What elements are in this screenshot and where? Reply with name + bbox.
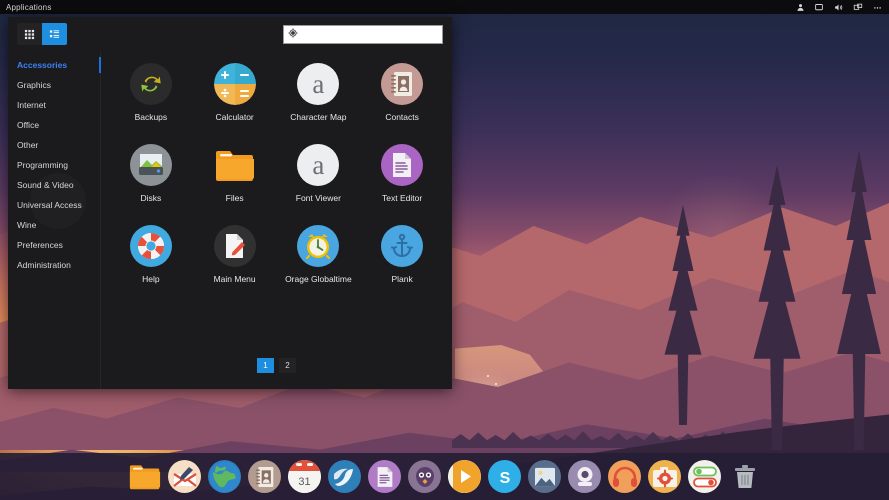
web-browser-dock-icon[interactable]	[208, 460, 241, 493]
water-speck	[487, 375, 489, 377]
sidebar-item-internet[interactable]: Internet	[8, 95, 100, 115]
page-button-2[interactable]: 2	[279, 358, 296, 373]
pagination: 1 2	[101, 358, 452, 373]
app-plank[interactable]: Plank	[360, 225, 444, 284]
water-speck	[495, 383, 497, 385]
app-orage-globaltime[interactable]: Orage Globaltime	[277, 225, 361, 284]
category-sidebar: Accessories Graphics Internet Office Oth…	[8, 51, 101, 389]
user-icon[interactable]	[796, 3, 805, 12]
top-panel: Applications	[0, 0, 889, 14]
character-map-icon: a	[297, 63, 339, 105]
calendar-day: 31	[298, 476, 310, 488]
trash-dock-icon[interactable]	[728, 460, 761, 493]
app-label: Help	[142, 274, 159, 284]
workspaces-icon[interactable]	[853, 3, 863, 12]
app-label: Contacts	[385, 112, 419, 122]
main-menu-icon	[214, 225, 256, 267]
app-label: Disks	[140, 193, 161, 203]
grid-view-button[interactable]	[17, 23, 42, 45]
disks-icon	[130, 144, 172, 186]
app-label: Font Viewer	[296, 193, 341, 203]
page-button-1[interactable]: 1	[257, 358, 274, 373]
settings-dock-icon[interactable]	[688, 460, 721, 493]
contacts-icon	[381, 63, 423, 105]
sidebar-item-universal-access[interactable]: Universal Access	[8, 195, 100, 215]
app-disks[interactable]: Disks	[109, 144, 193, 203]
search-input[interactable]	[302, 28, 438, 40]
app-label: Text Editor	[382, 193, 422, 203]
webcam-dock-icon[interactable]	[568, 460, 601, 493]
system-tray	[796, 3, 883, 12]
applications-menu-button[interactable]: Applications	[6, 3, 52, 12]
skype-dock-icon[interactable]: S	[488, 460, 521, 493]
app-label: Plank	[391, 274, 412, 284]
backups-icon	[130, 63, 172, 105]
app-contacts[interactable]: Contacts	[360, 63, 444, 122]
sidebar-item-office[interactable]: Office	[8, 115, 100, 135]
app-calculator[interactable]: Calculator	[193, 63, 277, 122]
text-editor-dock-icon[interactable]	[368, 460, 401, 493]
app-label: Orage Globaltime	[285, 274, 352, 284]
earth-dock-icon[interactable]	[328, 460, 361, 493]
menu-toolbar	[8, 17, 452, 51]
app-label: Main Menu	[214, 274, 256, 284]
calculator-icon	[214, 63, 256, 105]
sidebar-item-sound-and-video[interactable]: Sound & Video	[8, 175, 100, 195]
find-icon	[288, 25, 298, 43]
sidebar-item-preferences[interactable]: Preferences	[8, 235, 100, 255]
app-label: Files	[226, 193, 244, 203]
app-font-viewer[interactable]: a Font Viewer	[277, 144, 361, 203]
search-box[interactable]	[283, 25, 443, 44]
application-menu: Accessories Graphics Internet Office Oth…	[8, 17, 452, 389]
display-icon[interactable]	[814, 3, 824, 12]
image-viewer-dock-icon[interactable]	[528, 460, 561, 493]
more-icon[interactable]	[872, 3, 883, 12]
contacts-dock-icon[interactable]	[248, 460, 281, 493]
sidebar-item-administration[interactable]: Administration	[8, 255, 100, 275]
app-label: Calculator	[215, 112, 253, 122]
bird-dock-icon[interactable]	[408, 460, 441, 493]
sidebar-item-wine[interactable]: Wine	[8, 215, 100, 235]
app-backups[interactable]: Backups	[109, 63, 193, 122]
files-icon	[214, 144, 256, 186]
app-help[interactable]: Help	[109, 225, 193, 284]
text-editor-icon	[381, 144, 423, 186]
plank-icon	[381, 225, 423, 267]
sidebar-item-other[interactable]: Other	[8, 135, 100, 155]
app-text-editor[interactable]: Text Editor	[360, 144, 444, 203]
calendar-dock-icon[interactable]: 31	[288, 460, 321, 493]
headphones-dock-icon[interactable]	[608, 460, 641, 493]
desktop: Applications	[0, 0, 889, 500]
sidebar-item-accessories[interactable]: Accessories	[8, 55, 100, 75]
volume-icon[interactable]	[833, 3, 844, 12]
menu-body: Accessories Graphics Internet Office Oth…	[8, 51, 452, 389]
app-files[interactable]: Files	[193, 144, 277, 203]
app-character-map[interactable]: a Character Map	[277, 63, 361, 122]
view-toggle-group	[17, 23, 67, 45]
camera-settings-dock-icon[interactable]	[648, 460, 681, 493]
orage-globaltime-icon	[297, 225, 339, 267]
app-label: Backups	[135, 112, 168, 122]
app-label: Character Map	[290, 112, 346, 122]
sidebar-item-programming[interactable]: Programming	[8, 155, 100, 175]
application-grid: Backups	[101, 51, 452, 389]
list-view-button[interactable]	[42, 23, 67, 45]
sidebar-item-graphics[interactable]: Graphics	[8, 75, 100, 95]
files-dock-icon[interactable]	[128, 460, 161, 493]
media-player-dock-icon[interactable]	[448, 460, 481, 493]
font-viewer-icon: a	[297, 144, 339, 186]
app-main-menu[interactable]: Main Menu	[193, 225, 277, 284]
dock: 31	[0, 453, 889, 500]
help-icon	[130, 225, 172, 267]
svg-text:S: S	[499, 470, 510, 487]
mail-dock-icon[interactable]	[168, 460, 201, 493]
